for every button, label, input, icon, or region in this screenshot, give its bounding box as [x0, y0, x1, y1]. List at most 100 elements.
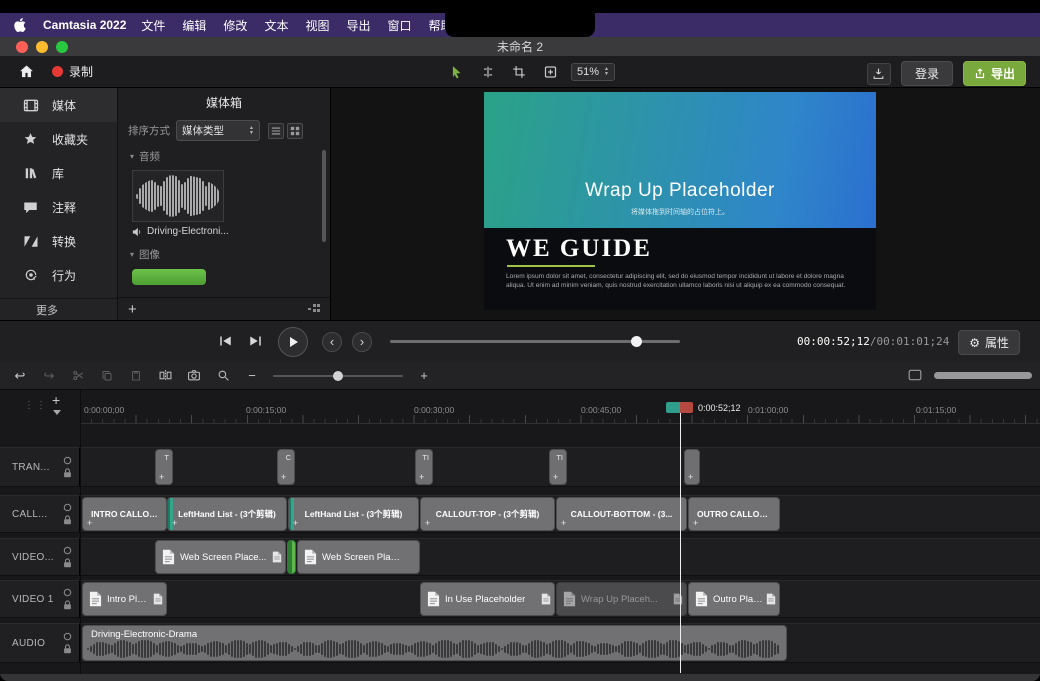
sidebar-item-media[interactable]: 媒体 — [0, 88, 117, 122]
menu-item[interactable]: 窗口 — [387, 17, 411, 34]
track-header[interactable]: TRAN... — [0, 447, 80, 487]
media-clip[interactable]: Web Screen Place... — [297, 540, 420, 574]
image-section-header[interactable]: ▾ 图像 — [130, 247, 320, 262]
playhead-handle[interactable] — [666, 402, 693, 413]
detach-timeline-icon[interactable] — [908, 369, 922, 381]
zoom-window-button[interactable] — [56, 41, 68, 53]
menu-item[interactable]: 编辑 — [182, 17, 206, 34]
stitch-marker[interactable] — [287, 540, 296, 574]
callout-clip[interactable]: +CALLOUT-BOTTOM - (3... — [556, 497, 687, 531]
transition-clip[interactable]: T+ — [155, 449, 173, 485]
playhead[interactable]: 0:00:52;12 — [680, 402, 681, 673]
next-frame-icon[interactable] — [248, 334, 263, 348]
track-lock-icon[interactable] — [63, 558, 72, 568]
callout-clip[interactable]: +OUTRO CALLOU... — [688, 497, 780, 531]
timeline-horizontal-scrollbar[interactable] — [934, 372, 1032, 379]
audio-clip[interactable]: Driving-Electronic-Drama — [82, 625, 787, 661]
track-lane[interactable]: T+C+TI+TI++ — [81, 447, 1040, 487]
video-preview[interactable]: Wrap Up Placeholder 将媒体拖到时间轴的占位符上。 WE GU… — [484, 92, 876, 310]
transition-clip[interactable]: TI+ — [415, 449, 433, 485]
download-icon[interactable] — [867, 63, 891, 85]
add-track-icon[interactable]: + — [52, 392, 60, 408]
transition-clip[interactable]: + — [684, 449, 700, 485]
track-toggle-icon[interactable] — [63, 503, 72, 512]
callout-clip[interactable]: +CALLOUT-TOP - (3个剪辑) — [420, 497, 555, 531]
sidebar-item-library[interactable]: 库 — [0, 156, 117, 190]
scrubber-thumb[interactable] — [631, 336, 642, 347]
list-view-icon[interactable] — [268, 123, 284, 139]
track-header[interactable]: CALL... — [0, 495, 80, 533]
menu-item[interactable]: 文件 — [141, 17, 165, 34]
track-toggle-icon[interactable] — [63, 456, 72, 465]
record-button[interactable]: 录制 — [52, 63, 93, 80]
track-lock-icon[interactable] — [63, 515, 72, 525]
track-header[interactable]: VIDEO... — [0, 538, 80, 576]
thumbnail-size-icon[interactable] — [308, 303, 320, 315]
in-point-handle[interactable] — [666, 402, 680, 413]
previous-frame-icon[interactable] — [218, 334, 233, 348]
scrubber-slider[interactable] — [390, 340, 680, 343]
media-clip[interactable]: Outro Plac... — [688, 582, 780, 616]
close-window-button[interactable] — [16, 41, 28, 53]
apple-menu[interactable] — [14, 18, 26, 32]
track-lock-icon[interactable] — [63, 468, 72, 478]
menu-item[interactable]: 修改 — [223, 17, 247, 34]
track-lane[interactable]: +INTRO CALLOUT+LeftHand List - (3个剪辑)+Le… — [81, 495, 1040, 533]
media-clip[interactable]: Intro Placeh... — [82, 582, 167, 616]
zoom-search-icon[interactable] — [215, 368, 231, 384]
menu-item[interactable]: 视图 — [305, 17, 329, 34]
export-button[interactable]: 导出 — [963, 61, 1026, 86]
track-header[interactable]: VIDEO 1 — [0, 580, 80, 618]
audio-section-header[interactable]: ▾ 音频 — [130, 149, 320, 164]
audio-thumbnail[interactable] — [132, 170, 224, 222]
media-clip[interactable]: In Use Placeholder — [420, 582, 555, 616]
paste-icon[interactable] — [128, 368, 144, 384]
grid-view-icon[interactable] — [287, 123, 303, 139]
redo-icon[interactable]: ↪ — [41, 368, 57, 384]
sidebar-item-transitions[interactable]: 转换 — [0, 224, 117, 258]
media-list-scrollbar[interactable] — [322, 150, 326, 242]
split-icon[interactable] — [157, 368, 173, 384]
canvas-zoom-select[interactable]: 51% ▲▼ — [571, 63, 615, 81]
timeline-zoom-slider[interactable] — [273, 375, 403, 377]
track-header[interactable]: AUDIO — [0, 623, 80, 663]
timeline-zoom-thumb[interactable] — [333, 371, 343, 381]
callout-clip[interactable]: +INTRO CALLOUT — [82, 497, 167, 531]
cursor-tool-icon[interactable] — [447, 61, 467, 83]
sort-by-select[interactable]: 媒体类型 ▲▼ — [176, 120, 260, 141]
track-lane[interactable]: Driving-Electronic-Drama — [81, 623, 1040, 663]
add-media-icon[interactable]: + — [128, 302, 137, 317]
media-clip[interactable]: Web Screen Place... — [155, 540, 286, 574]
out-point-handle[interactable] — [680, 402, 694, 413]
minimize-window-button[interactable] — [36, 41, 48, 53]
collapse-tracks-icon[interactable] — [53, 410, 61, 415]
track-lock-icon[interactable] — [63, 644, 72, 654]
undo-icon[interactable]: ↩ — [12, 368, 28, 384]
screenshot-icon[interactable] — [186, 368, 202, 384]
track-lane[interactable]: Web Screen Place... Web Screen Place... — [81, 538, 1040, 576]
sidebar-item-favorites[interactable]: 收藏夹 — [0, 122, 117, 156]
track-toggle-icon[interactable] — [63, 588, 72, 597]
grip-icon[interactable]: ⋮⋮ — [24, 400, 48, 411]
transition-clip[interactable]: TI+ — [549, 449, 567, 485]
callout-clip[interactable]: +LeftHand List - (3个剪辑) — [288, 497, 419, 531]
media-item-audio[interactable]: Driving-Electroni... — [132, 226, 320, 237]
menu-item[interactable]: 导出 — [346, 17, 370, 34]
login-button[interactable]: 登录 — [901, 61, 953, 86]
app-menu-title[interactable]: Camtasia 2022 — [43, 18, 126, 32]
copy-icon[interactable] — [99, 368, 115, 384]
track-toggle-icon[interactable] — [63, 546, 72, 555]
cut-icon[interactable] — [70, 368, 86, 384]
zoom-in-icon[interactable]: + — [416, 368, 432, 384]
jump-forward-button[interactable]: › — [352, 332, 372, 352]
sidebar-item-annotations[interactable]: 注释 — [0, 190, 117, 224]
callout-clip[interactable]: +LeftHand List - (3个剪辑) — [167, 497, 287, 531]
track-lane[interactable]: Intro Placeh... In Use PlaceholderWrap Up… — [81, 580, 1040, 618]
canvas-area[interactable]: Wrap Up Placeholder 将媒体拖到时间轴的占位符上。 WE GU… — [331, 88, 1040, 320]
zoom-out-icon[interactable]: − — [244, 368, 260, 384]
image-thumbnail[interactable] — [132, 269, 206, 285]
trim-tool-icon[interactable] — [478, 61, 498, 83]
sidebar-item-behaviors[interactable]: 行为 — [0, 258, 117, 292]
media-clip[interactable]: Wrap Up Placeh... — [556, 582, 687, 616]
sidebar-item-more[interactable]: 更多 — [0, 298, 117, 320]
